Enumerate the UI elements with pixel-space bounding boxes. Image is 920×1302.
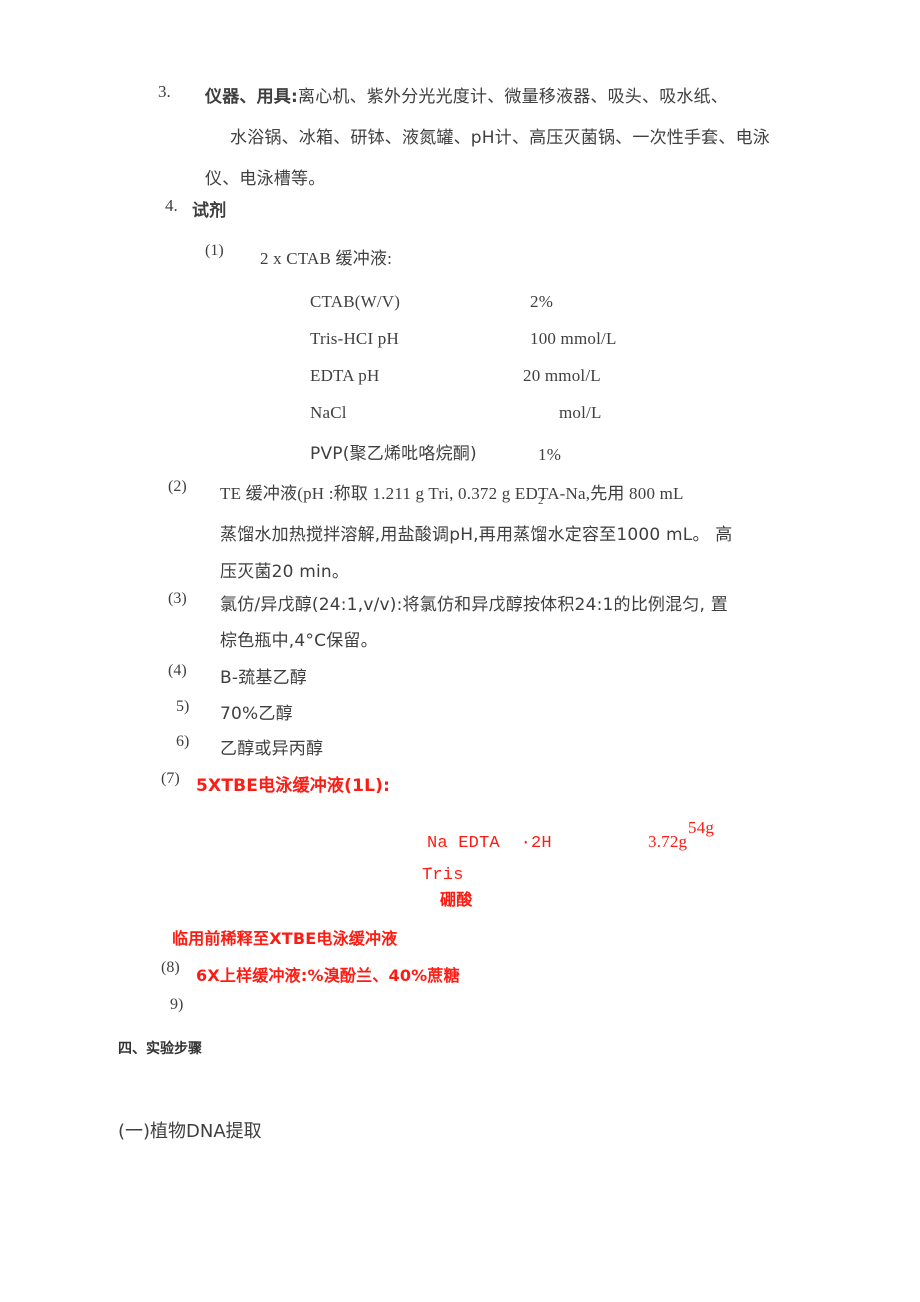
sub6-text: 乙醇或异丙醇 — [220, 739, 324, 759]
list-marker-5: 5) — [176, 698, 190, 715]
tbe-name-naedta: Na EDTA ·2H — [427, 834, 552, 853]
sub2-line1: TE 缓冲液(pH :称取 1.211 g Tri, 0.372 g EDTA-… — [220, 484, 684, 503]
list-marker-4b: (4) — [168, 662, 187, 679]
sub4-text: B-巯基乙醇 — [220, 668, 307, 688]
reagent-name: NaCl — [310, 403, 347, 422]
tbe-dilution-note: 临用前稀释至XTBE电泳缓冲液 — [172, 929, 398, 948]
list-marker-2: (2) — [168, 478, 187, 495]
sub3-line2: 棕色瓶中,4°C保留。 — [220, 631, 378, 651]
list-marker-6: 6) — [176, 733, 190, 750]
reagent-value: 1% — [538, 445, 562, 464]
sub5-text: 70%乙醇 — [220, 704, 293, 724]
list-marker-3: 3. — [158, 82, 171, 101]
list-marker-3b: (3) — [168, 590, 187, 607]
list-marker-9: 9) — [170, 996, 184, 1013]
sub8-text: 6X上样缓冲液:%溴酚兰、40%蔗糖 — [196, 966, 460, 985]
sub7-title: 5XTBE电泳缓冲液(1L): — [196, 776, 391, 796]
document-page: 3. 仪器、用具:离心机、紫外分光光度计、微量移液器、吸头、吸水纸、 水浴锅、冰… — [0, 0, 920, 1302]
sub2-line3: 压灭菌20 min。 — [220, 562, 350, 582]
item3-line2: 水浴锅、冰箱、研钵、液氮罐、pH计、高压灭菌锅、一次性手套、电泳 — [230, 128, 770, 148]
item4-title: 试剂 — [192, 201, 227, 221]
item3-line1-rest: 离心机、紫外分光光度计、微量移液器、吸头、吸水纸、 — [298, 87, 728, 107]
sub2-subscript: 2 — [538, 495, 544, 507]
reagent-value: mol/L — [559, 403, 602, 422]
reagent-name: PVP(聚乙烯吡咯烷酮) — [310, 444, 477, 464]
tbe-name-boric: 硼酸 — [440, 890, 473, 909]
item3-line1: 仪器、用具:离心机、紫外分光光度计、微量移液器、吸头、吸水纸、 — [205, 80, 728, 115]
tbe-value-naedta: 3.72g — [648, 832, 688, 851]
tbe-value-tris: 54g — [688, 818, 715, 837]
reagent-value: 20 mmol/L — [523, 366, 601, 385]
sub2-line2: 蒸馏水加热搅拌溶解,用盐酸调pH,再用蒸馏水定容至1000 mL。 高 — [220, 525, 733, 545]
sub1-title: 2 x CTAB 缓冲液: — [260, 249, 393, 268]
list-marker-4: 4. — [165, 196, 178, 215]
list-marker-8: (8) — [161, 959, 180, 976]
item3-line3: 仪、电泳槽等。 — [205, 169, 326, 189]
reagent-name: CTAB(W/V) — [310, 292, 401, 311]
reagent-value: 2% — [530, 292, 554, 311]
list-marker-7: (7) — [161, 770, 180, 787]
heading-plant-dna-extraction: (一)植物DNA提取 — [118, 1121, 262, 1142]
reagent-name: EDTA pH — [310, 366, 380, 385]
sub3-line1: 氯仿/异戊醇(24:1,v/v):将氯仿和异戊醇按体积24:1的比例混匀, 置 — [220, 595, 728, 615]
list-marker-1: (1) — [205, 242, 224, 259]
reagent-name: Tris-HCI pH — [310, 329, 399, 348]
reagent-value: 100 mmol/L — [530, 329, 617, 348]
heading-experiment-steps: 四、实验步骤 — [118, 1041, 202, 1057]
item3-label: 仪器、用具: — [205, 87, 298, 107]
